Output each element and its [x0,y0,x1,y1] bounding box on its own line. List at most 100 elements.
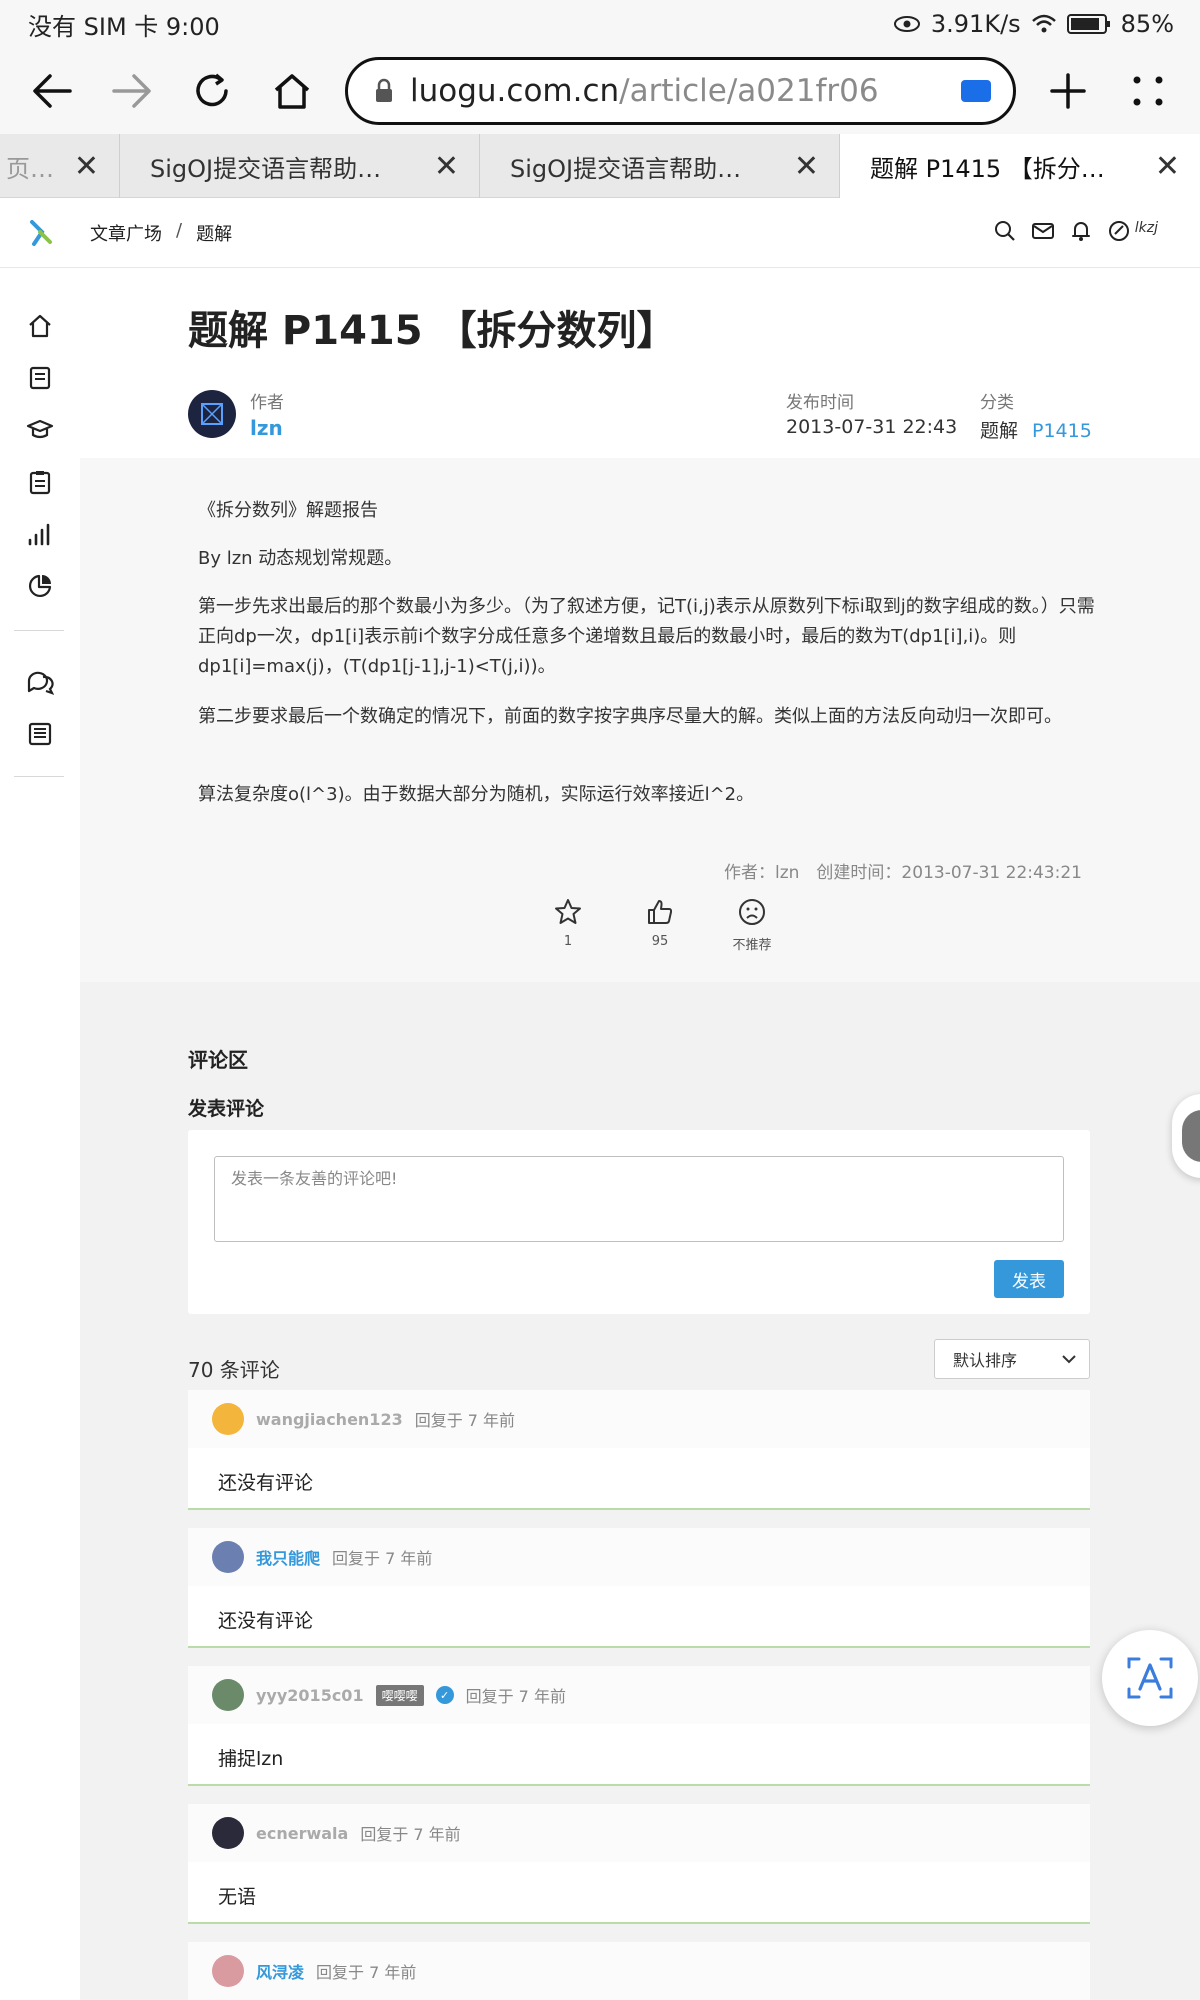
wifi-icon [1031,13,1057,35]
search-icon[interactable] [994,220,1016,242]
close-icon[interactable]: ✕ [74,149,99,184]
sidebar-articles-icon[interactable] [24,718,56,750]
reload-button[interactable] [172,51,252,131]
author-label: 作者 [250,393,284,413]
commenter-name[interactable]: yyy2015c01 [256,1686,364,1705]
translate-button[interactable] [1102,1630,1198,1726]
new-tab-button[interactable] [1028,51,1108,131]
category-name[interactable]: 题解 [980,420,1018,442]
commenter-avatar[interactable] [212,1679,244,1711]
comment-header: yyy2015c01 嘤嘤嘤 ✓ 回复于 7 年前 [188,1666,1090,1724]
article-paragraph: 算法复杂度o(l^3)。由于数据大部分为随机，实际运行效率接近l^2。 [198,784,755,805]
close-icon[interactable]: ✕ [794,149,819,184]
sidebar-records-icon[interactable] [24,518,56,550]
tab-title: 页… [6,154,54,183]
tab-2[interactable]: SigOJ提交语言帮助… ✕ [480,134,840,198]
tab-strip: 页… ✕ SigOJ提交语言帮助… ✕ SigOJ提交语言帮助… ✕ 题解 P1… [0,134,1200,198]
post-comment-title: 发表评论 [188,1098,265,1120]
commenter-avatar[interactable] [212,1541,244,1573]
address-bar[interactable]: luogu.com.cn/article/a021fr06 [345,57,1016,125]
url-host: luogu.com.cn [410,73,620,109]
tab-title: 题解 P1415 【拆分… [870,154,1105,183]
sidebar-divider [14,776,64,777]
left-sidebar [0,268,80,2000]
comment-time: 回复于 7 年前 [465,1687,566,1706]
sidebar-discuss-icon[interactable] [24,666,56,698]
luogu-logo[interactable] [26,218,56,248]
comment-header: 我只能爬 回复于 7 年前 [188,1528,1090,1586]
star-icon [555,899,581,924]
home-button[interactable] [252,51,332,131]
comment-time: 回复于 7 年前 [360,1825,461,1844]
bell-icon[interactable] [1070,220,1092,242]
close-icon[interactable]: ✕ [434,149,459,184]
sidebar-home-icon[interactable] [24,310,56,342]
cast-icon[interactable] [961,80,991,102]
sidebar-ranking-icon[interactable] [24,570,56,602]
comment-textarea[interactable]: 发表一条友善的评论吧! [214,1156,1064,1242]
tab-title: SigOJ提交语言帮助… [510,154,742,183]
main-content: 题解 P1415 【拆分数列】 作者 lzn 发布时间 2013-07-31 2… [80,268,1200,2000]
commenter-name[interactable]: wangjiachen123 [256,1410,403,1429]
net-speed: 3.91K/s [930,10,1021,38]
favorite-button[interactable]: 1 [540,898,596,953]
comment-item: 我只能爬 回复于 7 年前 还没有评论 [188,1528,1090,1648]
sidebar-divider [14,630,64,631]
article-paragraph: 第二步要求最后一个数确定的情况下，前面的数字按字典序尽量大的解。类似上面的方法反… [198,706,1062,727]
commenter-name[interactable]: ecnerwala [256,1824,348,1843]
reload-icon [196,73,228,107]
comment-header: wangjiachen123 回复于 7 年前 [188,1390,1090,1448]
sidebar-courses-icon[interactable] [24,414,56,446]
chevron-down-icon [1062,1355,1076,1364]
status-carrier-time: 没有 SIM 卡 9:00 [28,12,220,41]
tab-3-active[interactable]: 题解 P1415 【拆分… ✕ [840,134,1200,198]
mail-icon[interactable] [1032,220,1054,242]
commenter-name[interactable]: 风浔凌 [256,1959,304,1983]
status-right: 3.91K/s 85% [893,10,1174,38]
breadcrumb-articles[interactable]: 文章广场 [90,220,162,246]
user-badge: 嘤嘤嘤 [375,1684,424,1706]
plus-icon [1050,73,1086,109]
sidebar-contests-icon[interactable] [24,466,56,498]
problem-link[interactable]: P1415 [1032,420,1092,442]
sort-select[interactable]: 默认排序 [934,1339,1090,1379]
commenter-avatar[interactable] [212,1817,244,1849]
breadcrumb-solutions[interactable]: 题解 [196,220,232,246]
menu-button[interactable] [1108,51,1188,131]
close-icon[interactable]: ✕ [1155,149,1180,184]
breadcrumb: 文章广场 / 题解 [90,220,232,246]
dots-grid-icon [1133,76,1163,106]
site-header: 文章广场 / 题解 lkzj [0,198,1200,268]
commenter-name[interactable]: 我只能爬 [256,1545,320,1569]
home-icon [274,74,310,109]
comment-time: 回复于 7 年前 [414,1411,516,1430]
like-button[interactable]: 95 [632,898,688,953]
back-button[interactable] [12,51,92,131]
comment-header: ecnerwala 回复于 7 年前 [188,1804,1090,1862]
comment-section: 评论区 发表评论 发表一条友善的评论吧! 发表 70 条评论 默认排序 wang… [80,982,1200,2000]
url-text: luogu.com.cn/article/a021fr06 [410,73,961,109]
feedback-icon[interactable] [1108,220,1130,242]
forward-button[interactable] [92,51,172,131]
commenter-avatar[interactable] [212,1955,244,1987]
reactions: 1 95 不推荐 [540,898,780,953]
author-link[interactable]: lzn [250,416,283,440]
status-bar: 没有 SIM 卡 9:00 3.91K/s 85% [0,0,1200,48]
tab-0[interactable]: 页… ✕ [0,134,120,198]
comment-item: wangjiachen123 回复于 7 年前 还没有评论 [188,1390,1090,1510]
tab-1[interactable]: SigOJ提交语言帮助… ✕ [120,134,480,198]
author-avatar[interactable] [188,390,236,438]
sort-label: 默认排序 [953,1351,1018,1370]
user-avatar[interactable]: lkzj [1135,220,1158,236]
post-comment-button[interactable]: 发表 [994,1260,1064,1298]
comment-count: 70 条评论 [188,1358,280,1382]
sidebar-problems-icon[interactable] [24,362,56,394]
commenter-avatar[interactable] [212,1403,244,1435]
dislike-button[interactable]: 不推荐 [724,898,780,953]
dislike-label: 不推荐 [732,938,772,953]
favorite-count: 1 [563,934,573,949]
comment-text: 无语 [218,1886,257,1908]
breadcrumb-separator: / [176,220,183,241]
translate-icon [1127,1657,1173,1699]
comment-time: 回复于 7 年前 [332,1549,433,1568]
